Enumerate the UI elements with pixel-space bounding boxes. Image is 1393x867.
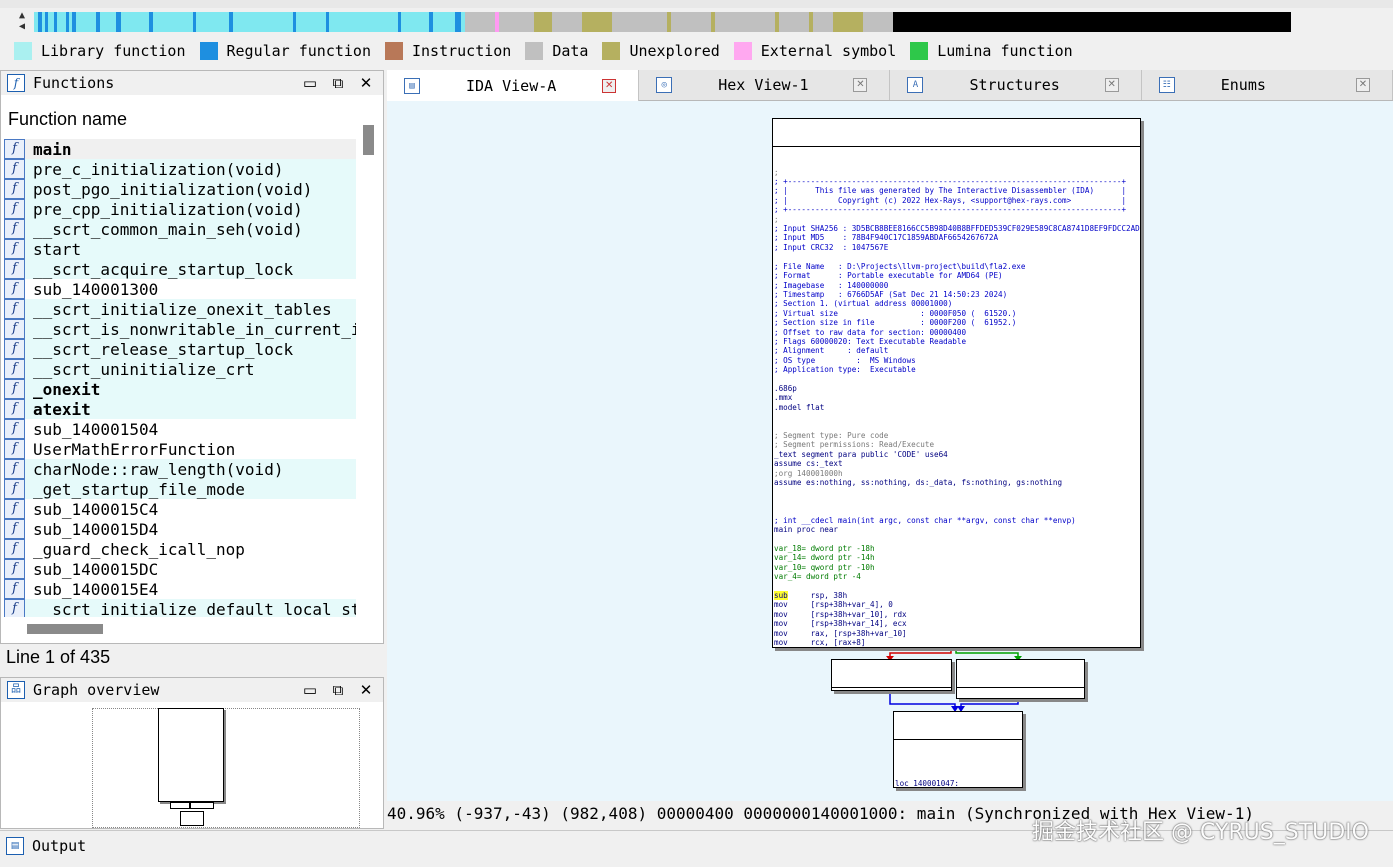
asm-line[interactable]: ; Input CRC32 : 1047567E (774, 243, 1139, 252)
graph-node-loc-14000103F[interactable]: loc_14000103F:mov [rsp+38h+var_4], 0Ah (956, 659, 1085, 699)
graph-node-loc-140001047[interactable]: loc_140001047:mov eax, [rsp+38h+var_4]ad… (893, 711, 1023, 788)
output-icon: ▤ (6, 837, 24, 855)
asm-line[interactable]: assume cs:_text (774, 459, 1139, 468)
asm-line[interactable]: ;org 140001000h (774, 469, 1139, 478)
edge-jump (889, 690, 956, 711)
asm-line[interactable] (895, 770, 1021, 779)
output-panel-title[interactable]: Output (32, 837, 86, 855)
asm-line[interactable]: ; | This file was generated by The Inter… (774, 186, 1139, 195)
asm-line[interactable]: ; +-------------------------------------… (774, 205, 1139, 214)
graph-node-set-one[interactable]: mov [rsp+38h+var_4], 1jmp loc_140001047 (831, 659, 952, 691)
edge-fallthrough (960, 698, 1019, 711)
asm-line[interactable]: ; Alignment : default (774, 346, 1139, 355)
node-header (773, 138, 1140, 147)
asm-line[interactable] (774, 375, 1139, 384)
node-body: ;; +------------------------------------… (773, 166, 1140, 648)
asm-line[interactable]: ; Section size in file : 0000F200 ( 6195… (774, 318, 1139, 327)
asm-line[interactable]: assume es:nothing, ss:nothing, ds:_data,… (774, 478, 1139, 487)
asm-line[interactable]: var_10= qword ptr -10h (774, 563, 1139, 572)
asm-line[interactable] (774, 422, 1139, 431)
asm-line[interactable]: var_18= dword ptr -18h (774, 544, 1139, 553)
asm-line[interactable]: ; Timestamp : 6766D5AF (Sat Dec 21 14:50… (774, 290, 1139, 299)
asm-line[interactable]: call unknown_libname_14 ; Microsoft Visu… (774, 647, 1139, 648)
asm-line[interactable]: .686p (774, 384, 1139, 393)
asm-line[interactable]: ; OS type : MS Windows (774, 356, 1139, 365)
asm-line[interactable] (774, 497, 1139, 506)
asm-line[interactable]: var_4= dword ptr -4 (774, 572, 1139, 581)
asm-line[interactable]: ; (774, 168, 1139, 177)
asm-line[interactable] (774, 487, 1139, 496)
asm-line[interactable]: mov rcx, [rax+8] (774, 638, 1139, 647)
asm-line[interactable] (774, 582, 1139, 591)
asm-line[interactable]: ; Segment type: Pure code (774, 431, 1139, 440)
asm-line[interactable]: _text segment para public 'CODE' use64 (774, 450, 1139, 459)
asm-line[interactable]: ; Application type: Executable (774, 365, 1139, 374)
asm-line[interactable]: mov [rsp+38h+var_10], rdx (774, 610, 1139, 619)
asm-line[interactable] (774, 412, 1139, 421)
asm-line[interactable]: .mmx (774, 393, 1139, 402)
asm-line[interactable]: .model flat (774, 403, 1139, 412)
asm-line[interactable]: mov [rsp+38h+var_4], 0 (774, 600, 1139, 609)
asm-line[interactable]: ; +-------------------------------------… (774, 177, 1139, 186)
asm-line[interactable]: ; Flags 60000020: Text Executable Readab… (774, 337, 1139, 346)
asm-line[interactable] (774, 506, 1139, 515)
asm-line[interactable]: ; Imagebase : 140000000 (774, 281, 1139, 290)
asm-line[interactable]: ; Input SHA256 : 3D5BCB8BEE8166CC5B98D40… (774, 224, 1140, 233)
asm-line[interactable]: ; int __cdecl main(int argc, const char … (774, 516, 1139, 525)
asm-line[interactable]: sub rsp, 38h (774, 590, 1139, 600)
asm-line[interactable]: ; Segment permissions: Read/Execute (774, 440, 1139, 449)
watermark: 掘金技术社区 @ CYRUS_STUDIO (1031, 820, 1369, 845)
asm-line[interactable]: ; Input MD5 : 78B4F940C17C1859ABDAF66542… (774, 233, 1139, 242)
asm-line[interactable]: ; File Name : D:\Projects\llvm-project\b… (774, 262, 1139, 271)
asm-line[interactable]: var_14= dword ptr -14h (774, 553, 1139, 562)
asm-line[interactable]: ; Section 1. (virtual address 00001000) (774, 299, 1139, 308)
asm-line[interactable]: mov rax, [rsp+38h+var_10] (774, 629, 1139, 638)
graph-node-main[interactable]: ;; +------------------------------------… (772, 118, 1141, 648)
highlighted-mnemonic: sub (774, 590, 788, 600)
asm-line[interactable] (895, 761, 1021, 770)
asm-line[interactable]: ; | Copyright (c) 2022 Hex-Rays, <suppor… (774, 196, 1139, 205)
asm-line[interactable]: ; Offset to raw data for section: 000004… (774, 328, 1139, 337)
node-header (894, 731, 1022, 740)
asm-line[interactable]: mov [rsp+38h+var_14], ecx (774, 619, 1139, 628)
node-header (832, 679, 951, 688)
graph-edges (886, 647, 1022, 712)
asm-line[interactable]: loc_140001047: (895, 779, 1021, 787)
asm-line[interactable] (774, 534, 1139, 543)
asm-line[interactable]: ; (774, 215, 1139, 224)
node-body: loc_140001047:mov eax, [rsp+38h+var_4]ad… (894, 759, 1022, 787)
asm-line[interactable]: main proc near (774, 525, 1139, 534)
asm-line[interactable] (774, 252, 1139, 261)
asm-line[interactable]: ; Virtual size : 0000F050 ( 61520.) (774, 309, 1139, 318)
node-header (957, 679, 1084, 688)
asm-line[interactable]: ; Format : Portable executable for AMD64… (774, 271, 1139, 280)
